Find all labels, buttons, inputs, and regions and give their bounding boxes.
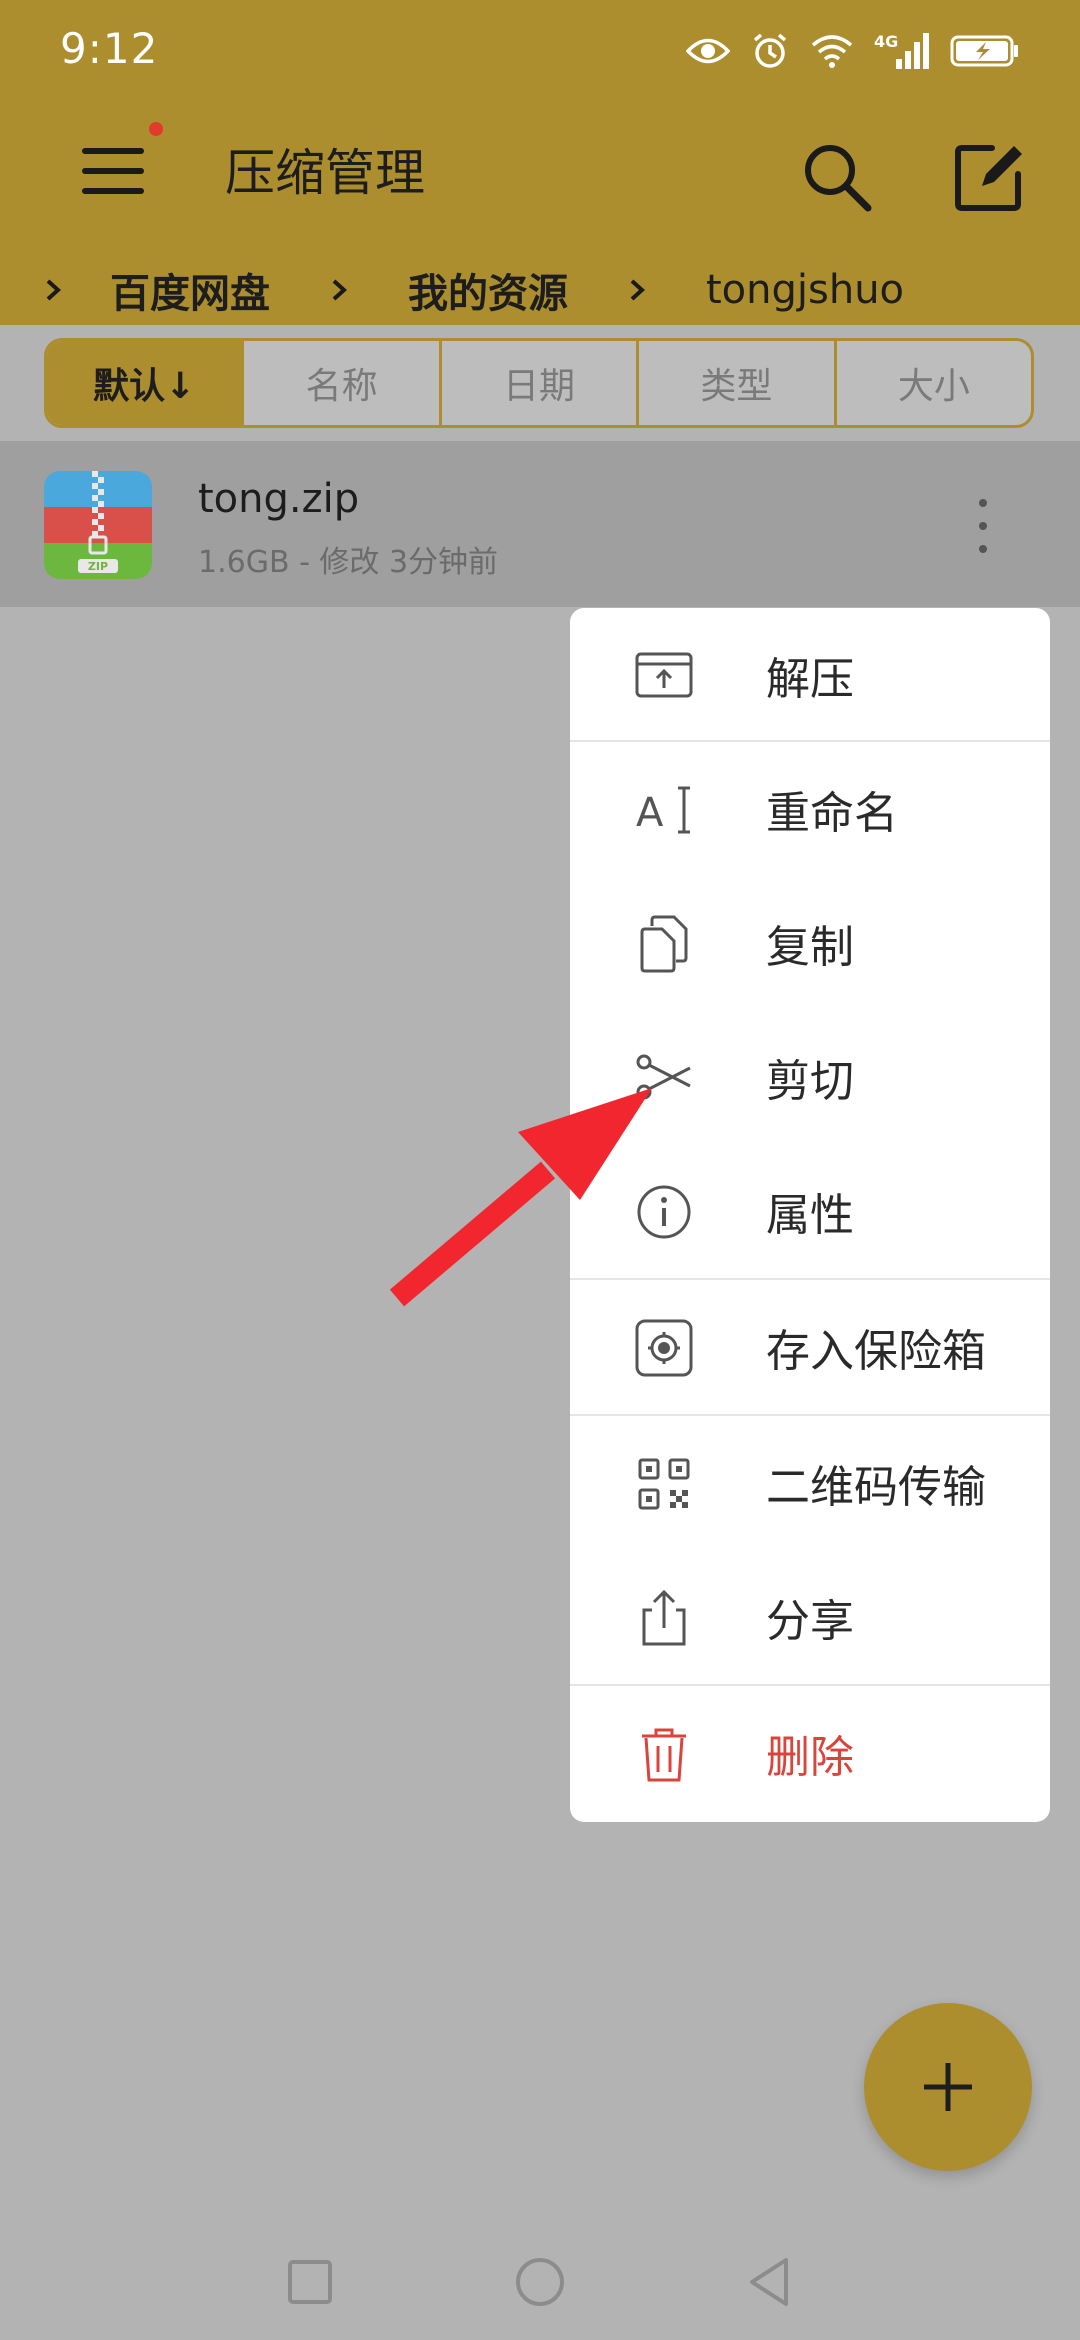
sort-tab-default[interactable]: 默认↓ (47, 341, 242, 425)
share-icon (642, 1589, 686, 1646)
extract-icon (635, 652, 693, 698)
edit-icon[interactable] (952, 140, 1026, 214)
system-nav-bar (0, 2230, 1080, 2340)
hamburger-line (82, 188, 144, 194)
home-icon[interactable] (510, 2252, 570, 2312)
hamburger-line (82, 148, 144, 154)
red-arrow-annotation (389, 1088, 652, 1307)
menu-item-extract[interactable]: 解压 (570, 608, 1050, 742)
more-dot (979, 499, 987, 507)
svg-text:A: A (636, 790, 664, 836)
app-header: 9:12 4G 压缩管理 百度网盘 我的资源 tongjshuo (0, 0, 1080, 325)
more-dot (979, 545, 987, 553)
sort-tab-size[interactable]: 大小 (833, 341, 1031, 425)
breadcrumb-item[interactable]: 我的资源 (408, 261, 568, 319)
page-title: 压缩管理 (225, 144, 425, 202)
chevron-right-icon (46, 279, 61, 301)
safe-icon (635, 1319, 693, 1377)
sort-tabs: 默认↓ 名称 日期 类型 大小 (44, 338, 1034, 428)
menu-item-label: 分享 (766, 1596, 854, 1647)
menu-item-label: 删除 (766, 1732, 854, 1783)
qr-code-icon (638, 1458, 690, 1510)
file-meta: 1.6GB - 修改 3分钟前 (198, 545, 499, 580)
sort-tab-date[interactable]: 日期 (438, 341, 636, 425)
status-time: 9:12 (60, 24, 159, 73)
breadcrumb-current[interactable]: tongjshuo (706, 267, 904, 313)
file-name: tong.zip (198, 476, 360, 522)
zip-icon-label: ZIP (88, 560, 108, 573)
wifi-icon (811, 35, 853, 68)
menu-item-label: 属性 (766, 1190, 854, 1241)
sort-tab-type[interactable]: 类型 (636, 341, 833, 425)
copy-icon (640, 915, 688, 973)
file-row[interactable]: ZIP tong.zip 1.6GB - 修改 3分钟前 (0, 441, 1080, 607)
rename-icon: A (636, 786, 690, 836)
search-icon[interactable] (800, 140, 874, 214)
zip-file-icon: ZIP (44, 471, 152, 579)
menu-button[interactable] (82, 140, 144, 202)
eye-icon (686, 38, 730, 64)
alarm-icon (753, 33, 787, 68)
chevron-right-icon (630, 279, 645, 301)
menu-item-delete[interactable]: 删除 (570, 1686, 1050, 1820)
more-options-button[interactable] (966, 491, 1000, 561)
menu-item-label: 二维码传输 (766, 1462, 986, 1513)
hamburger-line (82, 168, 144, 174)
breadcrumb-item[interactable]: 百度网盘 (110, 261, 270, 319)
menu-item-qr-transfer[interactable]: 二维码传输 (570, 1416, 1050, 1550)
menu-item-label: 复制 (766, 922, 854, 973)
signal-icon: 4G (874, 32, 929, 69)
chevron-right-icon (332, 279, 347, 301)
menu-item-copy[interactable]: 复制 (570, 876, 1050, 1010)
menu-item-label: 重命名 (766, 788, 898, 839)
breadcrumb: 百度网盘 我的资源 tongjshuo (0, 258, 1080, 322)
status-icons: 4G (686, 28, 1020, 74)
add-fab-button[interactable] (864, 2003, 1032, 2171)
network-type: 4G (874, 32, 898, 51)
sort-tab-name[interactable]: 名称 (241, 341, 438, 425)
back-icon[interactable] (740, 2252, 800, 2312)
battery-charging-icon (950, 35, 1018, 67)
menu-item-share[interactable]: 分享 (570, 1550, 1050, 1684)
menu-item-label: 存入保险箱 (766, 1326, 986, 1377)
menu-item-label: 解压 (766, 654, 854, 705)
plus-icon (924, 2063, 972, 2111)
recent-apps-icon[interactable] (280, 2252, 340, 2312)
notification-dot (149, 122, 163, 136)
more-dot (979, 522, 987, 530)
trash-icon (642, 1728, 686, 1782)
menu-item-rename[interactable]: A 重命名 (570, 742, 1050, 876)
menu-item-label: 剪切 (766, 1056, 854, 1107)
